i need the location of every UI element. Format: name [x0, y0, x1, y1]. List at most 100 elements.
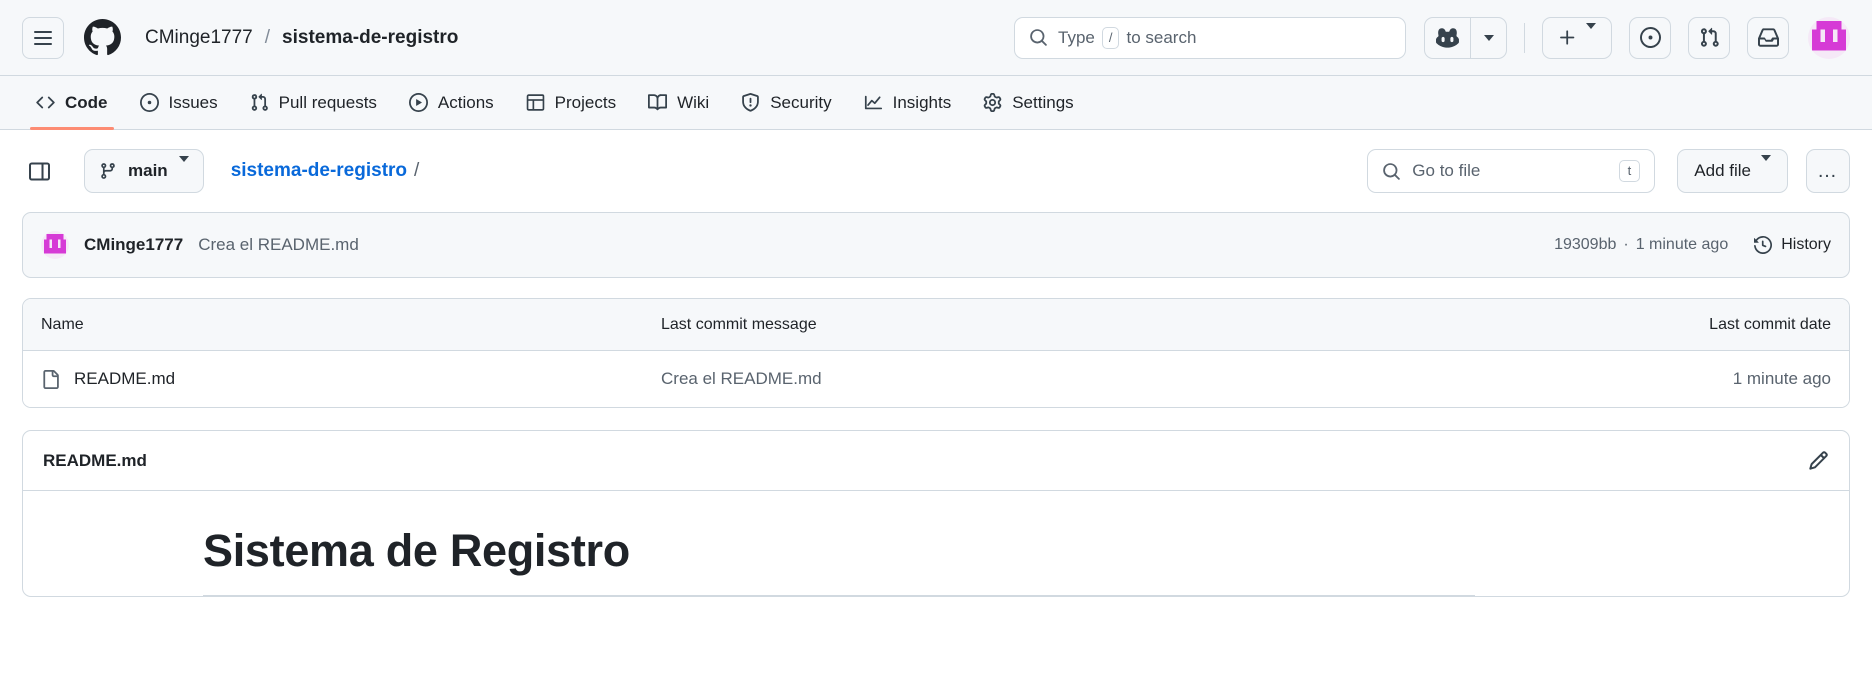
branch-name: main [128, 161, 168, 180]
header-actions: Type / to search [1014, 16, 1850, 59]
tab-settings-label: Settings [1012, 92, 1074, 112]
header-divider [1524, 22, 1525, 53]
search-icon [1382, 162, 1401, 181]
copilot-icon[interactable] [1425, 18, 1470, 58]
breadcrumb-owner[interactable]: CMinge1777 [145, 27, 253, 49]
issue-opened-icon [139, 93, 159, 112]
file-commit-date: 1 minute ago [1732, 369, 1831, 388]
commit-author[interactable]: CMinge1777 [84, 235, 183, 255]
create-new-button[interactable] [1542, 16, 1612, 59]
readme-panel: README.md Sistema de Registro [22, 430, 1850, 597]
branch-selector[interactable]: main [84, 149, 204, 193]
pencil-edit-icon[interactable] [1808, 450, 1829, 471]
tab-projects[interactable]: Projects [512, 76, 630, 129]
readme-title: README.md [43, 450, 147, 470]
commit-meta: 19309bb · 1 minute ago History [1554, 236, 1831, 254]
table-row[interactable]: README.md Crea el README.md 1 minute ago [23, 351, 1849, 407]
readme-heading: Sistema de Registro [203, 525, 630, 576]
commit-meta-separator: · [1623, 236, 1629, 253]
tab-wiki-label: Wiki [677, 92, 710, 112]
readme-body: Sistema de Registro [23, 491, 1849, 596]
readme-heading-rule [203, 595, 1475, 596]
tab-pull-requests-label: Pull requests [278, 92, 377, 112]
add-file-button[interactable]: Add file [1677, 149, 1788, 193]
branch-chevron-down-icon [178, 156, 189, 180]
tab-issues-label: Issues [168, 92, 218, 112]
tab-code-label: Code [65, 92, 108, 112]
tab-insights-label: Insights [892, 92, 952, 112]
author-avatar-identicon[interactable] [41, 231, 69, 259]
side-panel-expand-icon[interactable] [22, 154, 56, 188]
create-new-chevron-down-icon [1586, 22, 1596, 47]
path-trailing-slash: / [414, 160, 420, 181]
gear-icon [983, 93, 1002, 112]
history-label: History [1781, 236, 1831, 253]
search-slash-key: / [1101, 26, 1120, 49]
history-button[interactable]: History [1754, 236, 1831, 254]
tab-issues[interactable]: Issues [126, 76, 232, 129]
commit-hash[interactable]: 19309bb [1554, 236, 1616, 254]
tab-actions-label: Actions [437, 92, 494, 112]
breadcrumb-repo[interactable]: sistema-de-registro [282, 27, 458, 49]
tab-security[interactable]: Security [727, 76, 845, 129]
commit-relative-time: 1 minute ago [1635, 236, 1729, 253]
file-table-header: Name Last commit message Last commit dat… [23, 299, 1849, 351]
git-pull-request-icon [250, 93, 269, 112]
path-repo-link[interactable]: sistema-de-registro [231, 160, 407, 182]
git-branch-icon [99, 162, 117, 180]
file-name-cell: README.md [41, 369, 661, 389]
file-bar-actions: Go to file t Add file … [1367, 149, 1850, 193]
file-icon [41, 369, 60, 389]
column-header-last-commit-message: Last commit message [661, 315, 817, 333]
history-clock-icon [1754, 236, 1773, 254]
breadcrumb: CMinge1777 / sistema-de-registro [145, 27, 458, 49]
graph-line-icon [864, 93, 883, 112]
repository-content: main sistema-de-registro / Go to file t … [0, 130, 1872, 597]
repository-nav: Code Issues Pull requests Actions Projec… [0, 76, 1872, 130]
kebab-horizontal-icon[interactable]: … [1806, 149, 1850, 193]
commit-message[interactable]: Crea el README.md [198, 235, 359, 255]
latest-commit-bar: CMinge1777 Crea el README.md 19309bb · 1… [22, 212, 1850, 278]
search-placeholder: Type / to search [1058, 26, 1197, 49]
global-header: CMinge1777 / sistema-de-registro Type / … [0, 0, 1872, 76]
github-mark-icon[interactable] [84, 19, 121, 56]
file-table: Name Last commit message Last commit dat… [22, 298, 1850, 408]
issues-dot-icon[interactable] [1629, 16, 1671, 59]
file-commit-message[interactable]: Crea el README.md [661, 369, 1601, 389]
book-icon [648, 93, 668, 112]
search-placeholder-after: to search [1126, 27, 1197, 47]
copilot-dropdown-chevron-down-icon[interactable] [1470, 17, 1506, 58]
inbox-bell-icon[interactable] [1747, 16, 1789, 59]
column-header-last-commit-date: Last commit date [1709, 315, 1831, 333]
git-pull-request-icon[interactable] [1688, 16, 1730, 59]
tab-security-label: Security [770, 92, 832, 112]
go-to-file-input[interactable]: Go to file t [1367, 149, 1656, 193]
tab-code[interactable]: Code [22, 76, 122, 130]
column-header-name: Name [41, 315, 84, 333]
add-file-chevron-down-icon [1761, 155, 1771, 181]
tab-insights[interactable]: Insights [850, 76, 966, 129]
copilot-button-group [1424, 16, 1507, 59]
go-to-file-placeholder: Go to file [1412, 161, 1481, 180]
hamburger-menu-icon[interactable] [22, 16, 64, 59]
tab-settings[interactable]: Settings [969, 76, 1087, 129]
file-navigation-bar: main sistema-de-registro / Go to file t … [22, 130, 1850, 212]
tab-projects-label: Projects [554, 92, 617, 112]
play-circle-icon [408, 93, 428, 112]
search-placeholder-before: Type [1058, 27, 1095, 47]
go-to-file-shortcut-key: t [1618, 160, 1641, 182]
tab-pull-requests[interactable]: Pull requests [236, 76, 391, 129]
tab-wiki[interactable]: Wiki [634, 76, 723, 129]
shield-alert-icon [741, 93, 760, 112]
add-file-label: Add file [1694, 161, 1751, 180]
breadcrumb-separator: / [264, 26, 271, 48]
code-brackets-icon [36, 93, 55, 112]
table-grid-icon [526, 93, 545, 112]
search-icon [1029, 28, 1048, 47]
search-input[interactable]: Type / to search [1014, 16, 1406, 59]
tab-actions[interactable]: Actions [395, 76, 508, 129]
file-name[interactable]: README.md [74, 369, 175, 389]
avatar[interactable] [1808, 16, 1850, 59]
readme-header: README.md [23, 431, 1849, 491]
path-breadcrumb: sistema-de-registro / [231, 160, 420, 182]
